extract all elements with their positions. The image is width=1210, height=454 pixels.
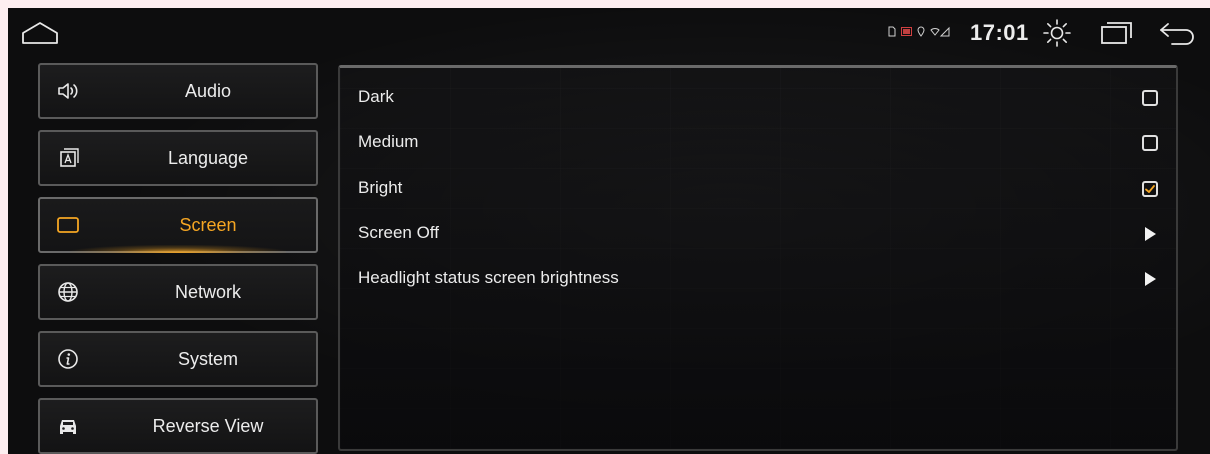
play-arrow-icon [1145,227,1156,241]
setting-label: Screen Off [358,223,439,242]
setting-row-dark[interactable]: Dark [340,73,1176,118]
cast-icon [901,26,912,41]
sidebar-item-language[interactable]: Language [38,130,318,186]
screen-settings-panel: Dark Medium Bright Screen Off Headlight … [338,65,1178,451]
background-decoration [0,0,8,454]
setting-row-screen-off[interactable]: Screen Off [340,209,1176,254]
language-icon [60,148,79,167]
setting-label: Headlight status screen brightness [358,268,619,287]
active-indicator [70,245,286,253]
globe-icon [58,282,78,302]
head-unit-screen: 17:01 Audio Language Screen Network Syst… [8,8,1210,454]
sidebar-item-label: Language [167,147,249,168]
sidebar-item-screen[interactable]: Screen [38,197,318,253]
setting-label: Bright [358,178,403,197]
info-icon [58,349,78,369]
checkmark-icon [1145,185,1155,193]
sidebar-item-label: Audio [184,80,232,101]
recent-apps-icon[interactable] [1100,20,1134,46]
play-arrow-icon [1145,272,1156,286]
wifi-signal-icon [930,26,950,41]
setting-row-headlight-brightness[interactable]: Headlight status screen brightness [340,254,1176,299]
background-decoration [0,0,1210,8]
sidebar-item-network[interactable]: Network [38,264,318,320]
car-icon [60,420,76,434]
brightness-icon[interactable] [1042,18,1072,48]
sidebar-item-system[interactable]: System [38,331,318,387]
setting-row-medium[interactable]: Medium [340,118,1176,163]
bright-checkbox[interactable] [1142,181,1158,197]
sidebar-item-label: Screen [179,214,237,235]
sidebar-item-label: System [177,348,238,369]
setting-label: Dark [358,87,394,106]
speaker-icon [58,83,78,99]
sidebar-item-reverse-view[interactable]: Reverse View [38,398,318,454]
sidebar-item-label: Reverse View [152,415,264,436]
status-bar: 17:01 [8,8,1210,58]
home-icon[interactable] [20,20,60,46]
status-indicators [888,26,950,41]
sidebar-item-label: Network [174,281,241,302]
setting-row-bright[interactable]: Bright [340,164,1176,209]
screen-icon [57,217,79,233]
medium-checkbox[interactable] [1142,135,1158,151]
setting-label: Medium [358,132,419,151]
dark-checkbox[interactable] [1142,90,1158,106]
location-icon [917,26,925,41]
sd-card-icon [888,26,896,41]
clock: 17:01 [970,20,1029,45]
back-icon[interactable] [1158,20,1198,46]
sidebar-item-audio[interactable]: Audio [38,63,318,119]
